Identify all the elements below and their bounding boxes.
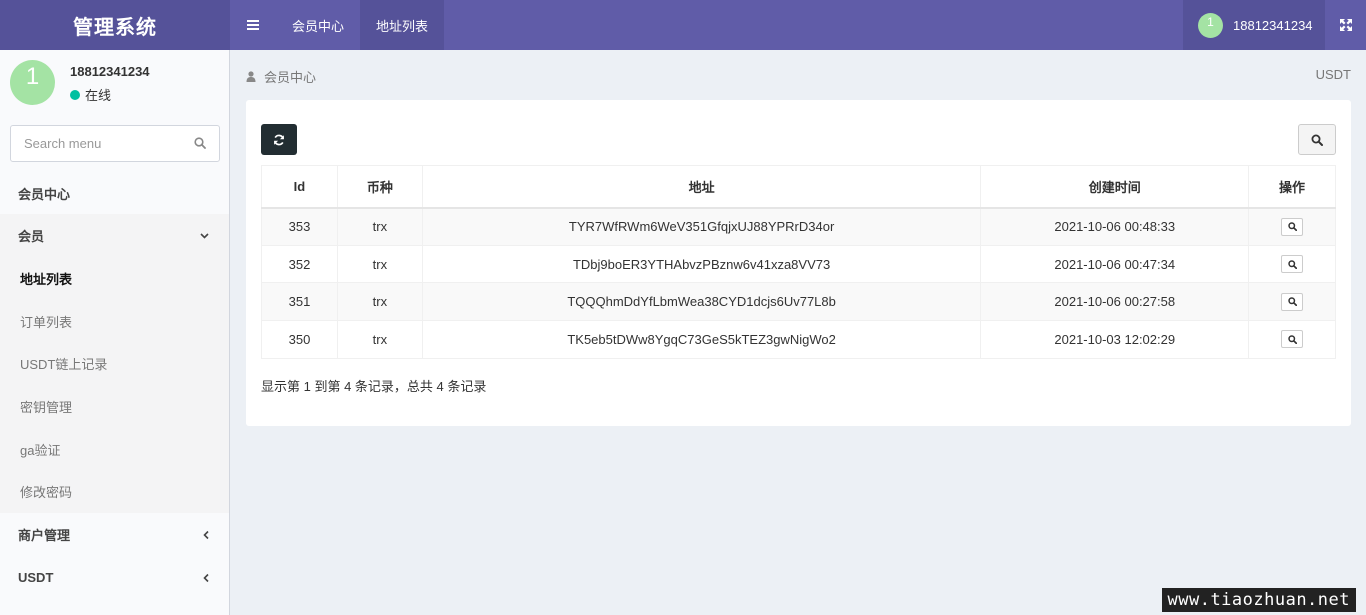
view-button[interactable] — [1281, 292, 1304, 311]
sidebar-item-order-list[interactable]: 订单列表 — [0, 300, 229, 343]
cell-address: TK5eb5tDWw8YgqC73GeS5kTEZ3gwNigWo2 — [421, 320, 982, 359]
sidebar-toggle-button[interactable] — [230, 0, 276, 50]
app-logo[interactable]: 管理系统 — [0, 0, 230, 50]
cell-id: 353 — [261, 207, 338, 246]
table-search-button[interactable] — [1298, 124, 1336, 155]
sidebar-item-label: 会员 — [18, 229, 45, 244]
table-row: 352 trx TDbj9boER3YTHAbvzPBznw6v41xza8VV… — [261, 244, 1336, 284]
cell-created: 2021-10-06 00:47:34 — [980, 244, 1250, 284]
search-icon — [1311, 134, 1323, 146]
refresh-button[interactable] — [261, 124, 297, 155]
user-menu[interactable]: 1 18812341234 — [1183, 0, 1325, 50]
cell-id: 351 — [261, 282, 338, 322]
table-row: 351 trx TQQQhmDdYfLbmWea38CYD1dcjs6Uv77L… — [261, 282, 1336, 322]
user-name: 18812341234 — [70, 64, 150, 79]
sidebar-menu: 会员中心 会员 地址列表 订单列表 USDT链上记录 密钥管理 ga验证 修改密… — [0, 172, 229, 599]
user-panel: 1 18812341234 在线 — [0, 50, 229, 114]
sidebar-item-merchant[interactable]: 商户管理 — [0, 513, 229, 556]
address-list-panel: Id 币种 地址 创建时间 操作 353 trx TYR7WfRWm6WeV35… — [246, 100, 1351, 426]
search-icon[interactable] — [194, 137, 206, 149]
column-header-created[interactable]: 创建时间 — [980, 165, 1250, 209]
chevron-down-icon — [200, 232, 209, 239]
search-icon — [1287, 222, 1297, 232]
menu-icon — [247, 20, 259, 30]
user-icon — [246, 71, 256, 82]
cell-coin: trx — [336, 207, 423, 246]
refresh-icon — [273, 134, 285, 145]
address-table: Id 币种 地址 创建时间 操作 353 trx TYR7WfRWm6WeV35… — [261, 165, 1336, 359]
sidebar-item-address-list[interactable]: 地址列表 — [0, 257, 229, 300]
breadcrumb-label[interactable]: 会员中心 — [264, 67, 316, 86]
column-header-coin[interactable]: 币种 — [336, 165, 423, 209]
cell-coin: trx — [336, 244, 423, 284]
tab-address-list[interactable]: 地址列表 — [360, 0, 445, 50]
cell-actions — [1248, 320, 1336, 359]
breadcrumb-right: USDT — [1315, 67, 1351, 82]
watermark: www.tiaozhuan.net — [1161, 588, 1356, 612]
search-icon — [1287, 335, 1297, 344]
cell-address: TQQQhmDdYfLbmWea38CYD1dcjs6Uv77L8b — [421, 282, 982, 322]
sidebar-item-usdt[interactable]: USDT — [0, 556, 229, 599]
cell-created: 2021-10-03 12:02:29 — [980, 320, 1250, 359]
sidebar-item-label: USDT — [18, 570, 54, 586]
table-row: 350 trx TK5eb5tDWw8YgqC73GeS5kTEZ3gwNigW… — [261, 320, 1336, 359]
user-name: 18812341234 — [1233, 17, 1313, 33]
sidebar: 1 18812341234 在线 会员中心 会员 地址列表 订单列表 USDT链… — [0, 50, 230, 615]
column-header-id[interactable]: Id — [261, 165, 338, 209]
sidebar-item-usdt-records[interactable]: USDT链上记录 — [0, 342, 229, 385]
tab-member-center[interactable]: 会员中心 — [276, 0, 360, 50]
cell-created: 2021-10-06 00:27:58 — [980, 282, 1250, 322]
menu-search — [10, 125, 220, 162]
main-content: 会员中心 USDT Id 币种 地址 创建时间 操作 353 trx TYR7W… — [231, 50, 1366, 615]
breadcrumb: 会员中心 — [246, 67, 316, 86]
view-button[interactable] — [1281, 255, 1304, 274]
avatar: 1 — [10, 60, 55, 105]
member-submenu: 地址列表 订单列表 USDT链上记录 密钥管理 ga验证 修改密码 — [0, 257, 229, 514]
cell-actions — [1248, 207, 1336, 246]
top-navbar: 管理系统 会员中心 地址列表 1 18812341234 — [0, 0, 1366, 50]
pagination-summary: 显示第 1 到第 4 条记录，总共 4 条记录 — [261, 379, 487, 394]
sidebar-item-member[interactable]: 会员 — [0, 214, 229, 257]
table-row: 353 trx TYR7WfRWm6WeV351GfqjxUJ88YPRrD34… — [261, 207, 1336, 246]
sidebar-item-label: 商户管理 — [18, 528, 71, 544]
cell-actions — [1248, 282, 1336, 322]
search-input[interactable] — [11, 126, 181, 161]
search-icon — [1287, 297, 1297, 307]
status-label: 在线 — [85, 88, 112, 103]
cell-address: TYR7WfRWm6WeV351GfqjxUJ88YPRrD34or — [421, 207, 982, 246]
expand-icon — [1339, 19, 1352, 31]
search-icon — [1287, 259, 1297, 269]
table-header-row: Id 币种 地址 创建时间 操作 — [261, 165, 1336, 209]
status-badge: 在线 — [70, 85, 111, 104]
online-dot-icon — [70, 89, 80, 100]
column-header-address[interactable]: 地址 — [421, 165, 982, 209]
cell-actions — [1248, 244, 1336, 284]
view-button[interactable] — [1281, 330, 1304, 349]
avatar: 1 — [1198, 12, 1223, 38]
cell-created: 2021-10-06 00:48:33 — [980, 207, 1250, 246]
view-button[interactable] — [1281, 217, 1304, 236]
sidebar-item-key-management[interactable]: 密钥管理 — [0, 385, 229, 428]
fullscreen-button[interactable] — [1325, 0, 1366, 50]
cell-coin: trx — [336, 282, 423, 322]
sidebar-item-change-password[interactable]: 修改密码 — [0, 470, 229, 513]
chevron-left-icon — [203, 530, 209, 539]
sidebar-item-ga-verify[interactable]: ga验证 — [0, 428, 229, 471]
cell-address: TDbj9boER3YTHAbvzPBznw6v41xza8VV73 — [421, 244, 982, 284]
cell-id: 352 — [261, 244, 338, 284]
sidebar-item-member-center[interactable]: 会员中心 — [0, 172, 229, 214]
column-header-actions: 操作 — [1248, 165, 1336, 209]
chevron-left-icon — [203, 573, 209, 582]
cell-id: 350 — [261, 320, 338, 359]
cell-coin: trx — [336, 320, 423, 359]
